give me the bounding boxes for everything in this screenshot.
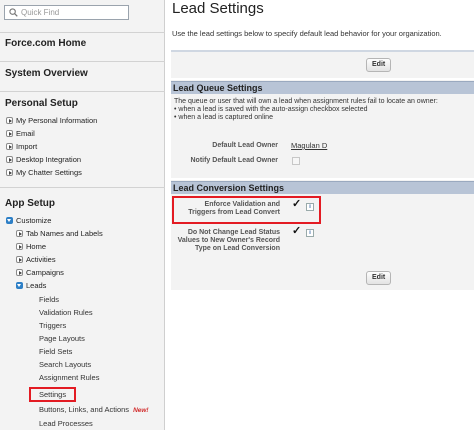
expand-triangle-icon[interactable] (6, 130, 13, 137)
sidebar-divider (0, 187, 165, 188)
page-description: Use the lead settings below to specify d… (172, 29, 442, 38)
expand-triangle-icon[interactable] (16, 269, 23, 276)
sidebar-divider (0, 32, 165, 33)
top-button-bar (171, 50, 474, 78)
expand-triangle-icon[interactable] (6, 156, 13, 163)
expand-triangle-icon[interactable] (6, 169, 13, 176)
sidebar-item-label: Email (16, 129, 35, 138)
sidebar-item-leads[interactable]: Leads (16, 281, 46, 291)
app-setup-heading: App Setup (5, 198, 55, 209)
checkmark-icon: ✓ (292, 225, 302, 237)
expand-triangle-icon[interactable] (16, 243, 23, 250)
expand-triangle-icon[interactable] (16, 230, 23, 237)
sidebar-item-label: Leads (26, 281, 47, 290)
page-title: Lead Settings (172, 0, 264, 17)
sidebar-item-validation-rules[interactable]: Validation Rules (39, 308, 93, 318)
sidebar-item-triggers[interactable]: Triggers (39, 321, 66, 331)
sidebar-item-import[interactable]: Import (6, 142, 37, 152)
sidebar-item-my-chatter-settings[interactable]: My Chatter Settings (6, 168, 82, 178)
notify-default-owner-label: Notify Default Lead Owner (190, 157, 278, 164)
sidebar-item-email[interactable]: Email (6, 129, 35, 139)
collapse-icon[interactable] (16, 282, 23, 289)
sidebar-divider (0, 91, 165, 92)
sidebar-item-label: Campaigns (26, 268, 64, 277)
sidebar-item-label: Buttons, Links, and Actions (39, 405, 130, 414)
default-lead-owner-link[interactable]: Magulan D (291, 141, 327, 150)
sidebar-item-label: Customize (16, 216, 52, 225)
sidebar-item-fields[interactable]: Fields (39, 295, 59, 305)
notify-default-owner-checkbox[interactable] (292, 157, 300, 165)
force-home-link[interactable]: Force.com Home (5, 38, 86, 49)
system-overview-link[interactable]: System Overview (5, 68, 88, 79)
sidebar-item-label: Home (26, 242, 47, 251)
sidebar-item-campaigns[interactable]: Campaigns (16, 268, 64, 278)
sidebar-item-lead-processes[interactable]: Lead Processes (39, 419, 93, 429)
sidebar-item-page-layouts[interactable]: Page Layouts (39, 334, 85, 344)
sidebar-item-field-sets[interactable]: Field Sets (39, 347, 72, 357)
dont-change-status-label: Do Not Change Lead Status Values to New … (177, 229, 280, 252)
lead-conversion-title: Lead Conversion Settings (173, 183, 285, 193)
settings-highlight-box (29, 387, 76, 402)
sidebar-item-label: Import (16, 142, 38, 151)
sidebar-item-my-personal-information[interactable]: My Personal Information (6, 116, 97, 126)
collapse-icon[interactable] (6, 217, 13, 224)
quick-find-input[interactable] (21, 7, 125, 18)
sidebar-item-assignment-rules[interactable]: Assignment Rules (39, 373, 99, 383)
sidebar-item-activities[interactable]: Activities (16, 255, 56, 265)
sidebar-item-buttons-links-actions[interactable]: Buttons, Links, and Actions New! (39, 405, 149, 416)
enforce-validation-highlight-box (172, 196, 321, 224)
sidebar-item-customize[interactable]: Customize (6, 216, 51, 226)
search-icon (9, 8, 18, 17)
expand-triangle-icon[interactable] (16, 256, 23, 263)
sidebar-item-search-layouts[interactable]: Search Layouts (39, 360, 91, 370)
sidebar-item-label: My Chatter Settings (16, 168, 82, 177)
sidebar-item-label: My Personal Information (16, 116, 98, 125)
quick-find-box[interactable] (4, 5, 129, 20)
sidebar-item-label: Activities (26, 255, 56, 264)
lead-queue-header: Lead Queue Settings (171, 81, 474, 94)
edit-button-top[interactable]: Edit (366, 58, 392, 72)
sidebar-item-label: Tab Names and Labels (26, 229, 103, 238)
setup-sidebar: Force.com Home System Overview Personal … (0, 0, 165, 430)
personal-setup-heading: Personal Setup (5, 98, 78, 109)
sidebar-item-label: Desktop Integration (16, 155, 82, 164)
lead-conversion-header: Lead Conversion Settings (171, 181, 474, 194)
lead-queue-title: Lead Queue Settings (173, 83, 263, 93)
expand-triangle-icon[interactable] (6, 117, 13, 124)
sidebar-item-desktop-integration[interactable]: Desktop Integration (6, 155, 81, 165)
queue-info-line: • when a lead is captured online (174, 114, 273, 121)
default-lead-owner-label: Default Lead Owner (212, 142, 278, 149)
sidebar-item-home[interactable]: Home (16, 242, 46, 252)
info-icon[interactable]: i (306, 229, 314, 237)
sidebar-divider (0, 61, 165, 62)
new-badge: New! (133, 407, 149, 414)
edit-button-bottom[interactable]: Edit (366, 271, 392, 285)
sidebar-item-tab-names-and-labels[interactable]: Tab Names and Labels (16, 229, 103, 239)
expand-triangle-icon[interactable] (6, 143, 13, 150)
